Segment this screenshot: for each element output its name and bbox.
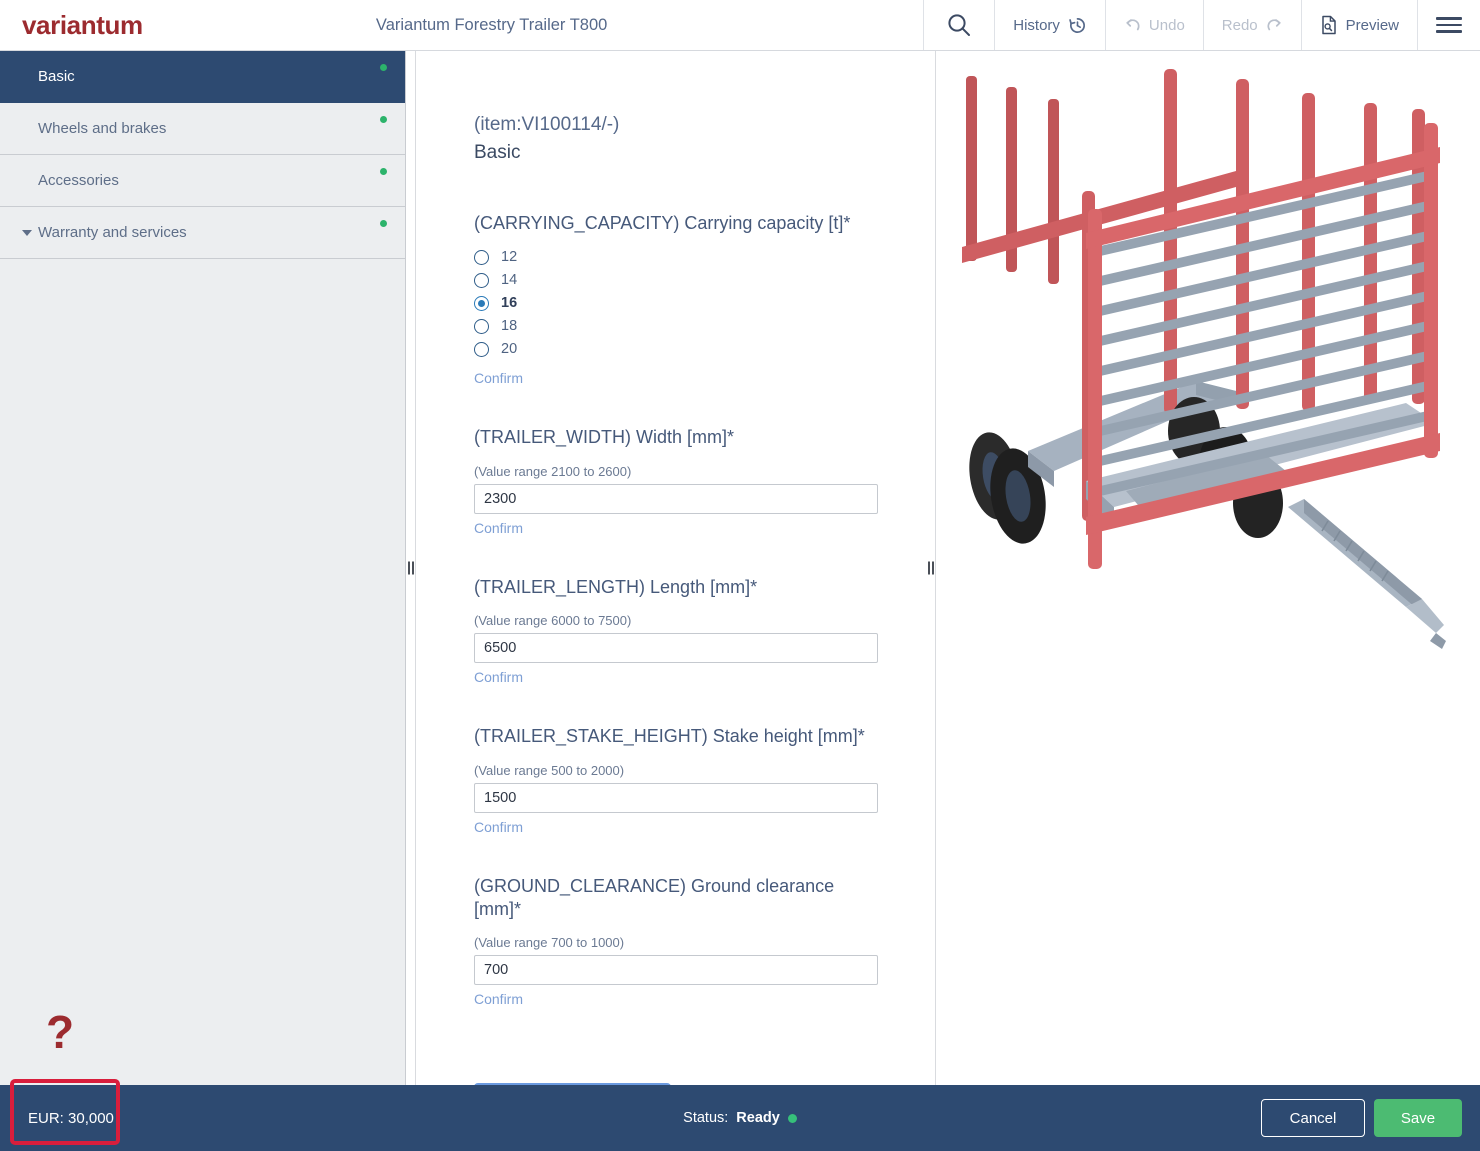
status-dot-icon (380, 116, 387, 123)
stake-height-input[interactable] (474, 782, 878, 813)
brand-name: variantum (22, 9, 143, 40)
radio-label: 16 (501, 295, 518, 312)
help-icon[interactable]: ? (46, 1009, 74, 1055)
radio-label: 14 (501, 272, 518, 289)
application-window: variantum Variantum Forestry Trailer T80… (0, 0, 1480, 1151)
sidebar-item-label: Accessories (38, 172, 119, 189)
status-bar-actions: Cancel Save (1261, 1099, 1462, 1137)
radio-label: 12 (501, 249, 518, 266)
value-range-hint: (Value range 6000 to 7500) (474, 613, 632, 629)
sidebar-item-label: Wheels and brakes (38, 120, 167, 137)
radio-option-14[interactable]: 14 (474, 272, 880, 288)
save-button[interactable]: Save (1374, 1099, 1462, 1137)
value-range-hint: (Value range 500 to 2000) (474, 762, 625, 778)
status-label: Status: (683, 1110, 729, 1126)
clock-history-icon (1068, 16, 1087, 35)
product-3d-viewer[interactable] (936, 51, 1480, 1085)
field-label: (TRAILER_STAKE_HEIGHT) Stake height [mm]… (474, 726, 865, 747)
trailer-3d-model (962, 69, 1446, 649)
sidebar-item-label: Warranty and services (38, 224, 187, 241)
value-range-hint: (Value range 2100 to 2600) (474, 463, 632, 479)
radio-icon[interactable] (474, 272, 489, 288)
radio-option-18[interactable]: 18 (474, 318, 880, 334)
document-preview-icon (1320, 15, 1338, 35)
radio-option-12[interactable]: 12 (474, 249, 880, 265)
document-title-area: Variantum Forestry Trailer T800 (260, 0, 923, 50)
status-dot-icon (787, 1113, 797, 1123)
field-stake-height: (TRAILER_STAKE_HEIGHT) Stake height [mm]… (474, 725, 880, 836)
hamburger-menu-icon (1436, 13, 1462, 37)
main-content: Basic Wheels and brakes Accessories Warr… (0, 51, 1480, 1085)
search-button[interactable] (923, 0, 994, 50)
field-label: (CARRYING_CAPACITY) Carrying capacity [t… (474, 213, 851, 234)
price-display: EUR: 30,000 (28, 1109, 114, 1127)
radio-option-20[interactable]: 20 (474, 341, 880, 357)
history-button[interactable]: History (994, 0, 1105, 50)
radio-label: 20 (501, 341, 518, 358)
field-carrying-capacity: (CARRYING_CAPACITY) Carrying capacity [t… (474, 212, 880, 388)
undo-label: Undo (1148, 16, 1185, 34)
radio-label: 18 (501, 318, 518, 335)
chevron-down-icon[interactable] (22, 229, 32, 236)
sidebar-item-basic[interactable]: Basic (0, 51, 405, 103)
main-menu-button[interactable] (1417, 0, 1480, 50)
confirm-link[interactable]: Confirm (474, 669, 523, 685)
status-indicator: Status: Ready (0, 1110, 1480, 1126)
status-dot-icon (380, 220, 387, 227)
sidebar-nav: Basic Wheels and brakes Accessories Warr… (0, 51, 405, 259)
status-dot-icon (380, 168, 387, 175)
sidebar-empty-area (0, 259, 405, 1085)
field-ground-clearance: (GROUND_CLEARANCE) Ground clearance [mm]… (474, 875, 880, 1010)
cancel-button[interactable]: Cancel (1261, 1099, 1365, 1137)
undo-icon (1124, 17, 1141, 34)
radio-icon[interactable] (474, 318, 489, 334)
brand-logo[interactable]: variantum (0, 0, 260, 50)
viewer-splitter[interactable] (926, 51, 936, 1085)
sidebar-splitter[interactable] (406, 51, 416, 1085)
trailer-length-input[interactable] (474, 633, 878, 664)
splitter-grip-icon (927, 561, 934, 575)
status-bar: EUR: 30,000 Status: Ready Cancel Save (0, 1085, 1480, 1151)
toolbar-actions: History Undo Redo Preview (923, 0, 1480, 50)
sidebar: Basic Wheels and brakes Accessories Warr… (0, 51, 406, 1085)
redo-button[interactable]: Redo (1202, 0, 1301, 50)
field-label: (GROUND_CLEARANCE) Ground clearance [mm]… (474, 875, 835, 920)
redo-label: Redo (1221, 16, 1258, 34)
sidebar-item-label: Basic (38, 68, 75, 85)
field-label: (TRAILER_LENGTH) Length [mm]* (474, 576, 758, 597)
page-title: Variantum Forestry Trailer T800 (375, 15, 608, 34)
confirm-link[interactable]: Confirm (474, 991, 523, 1007)
item-code: (item:VI100114/-) (474, 114, 620, 135)
radio-icon-selected[interactable] (474, 295, 489, 311)
sidebar-item-accessories[interactable]: Accessories (0, 155, 405, 207)
field-trailer-width: (TRAILER_WIDTH) Width [mm]* (Value range… (474, 426, 880, 537)
top-toolbar: variantum Variantum Forestry Trailer T80… (0, 0, 1480, 51)
redo-icon (1266, 17, 1283, 34)
preview-label: Preview (1345, 16, 1399, 34)
status-dot-icon (380, 64, 387, 71)
search-icon (946, 12, 972, 38)
configurator-form-panel: (item:VI100114/-) Basic (CARRYING_CAPACI… (416, 51, 926, 1085)
value-range-hint: (Value range 700 to 1000) (474, 935, 625, 951)
field-label: (TRAILER_WIDTH) Width [mm]* (474, 427, 735, 448)
ground-clearance-input[interactable] (474, 955, 878, 986)
status-value: Ready (736, 1110, 780, 1126)
radio-option-16[interactable]: 16 (474, 295, 880, 311)
sidebar-item-wheels-and-brakes[interactable]: Wheels and brakes (0, 103, 405, 155)
radio-icon[interactable] (474, 249, 489, 265)
preview-button[interactable]: Preview (1300, 0, 1417, 50)
section-title: Basic (474, 141, 521, 163)
confirm-link[interactable]: Confirm (474, 370, 523, 386)
confirm-link[interactable]: Confirm (474, 520, 523, 536)
sidebar-item-warranty-and-services[interactable]: Warranty and services (0, 207, 405, 259)
history-label: History (1013, 16, 1060, 34)
splitter-grip-icon (407, 561, 414, 575)
trailer-width-input[interactable] (474, 483, 878, 514)
field-trailer-length: (TRAILER_LENGTH) Length [mm]* (Value ran… (474, 576, 880, 687)
confirm-link[interactable]: Confirm (474, 819, 523, 835)
undo-button[interactable]: Undo (1104, 0, 1203, 50)
radio-icon[interactable] (474, 341, 489, 357)
